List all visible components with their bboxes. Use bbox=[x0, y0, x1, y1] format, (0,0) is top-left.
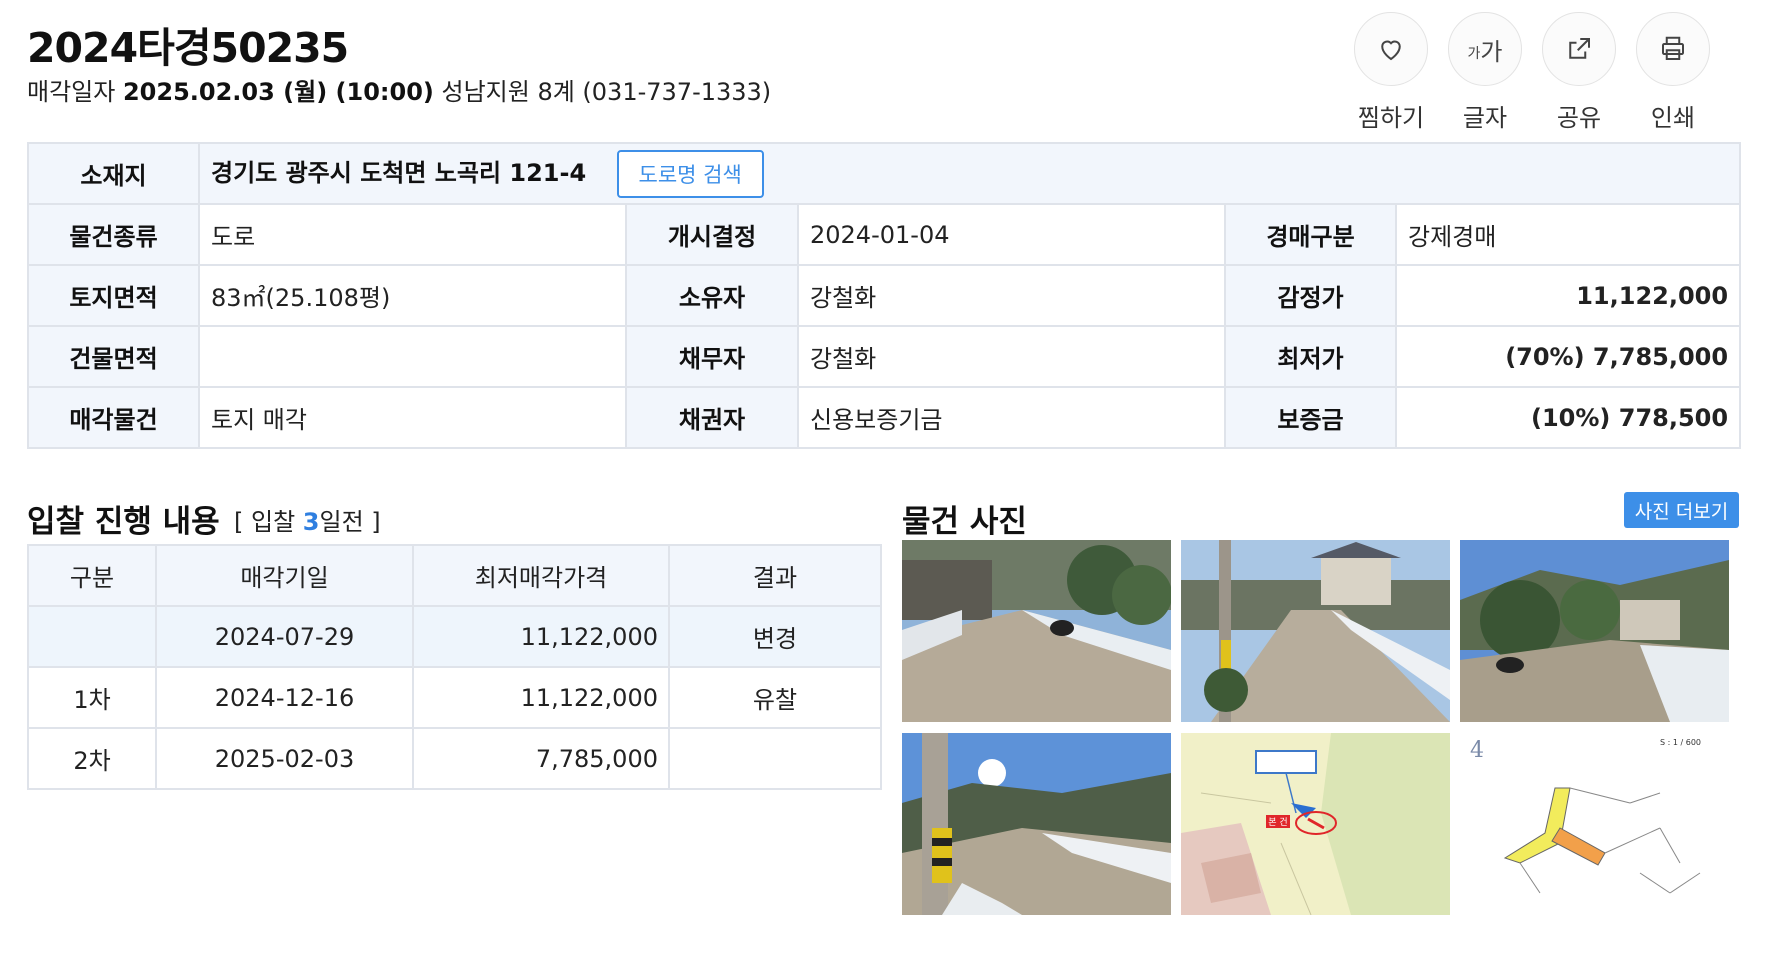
creditor-value: 신용보증기금 bbox=[797, 386, 1226, 449]
address-cell: 경기도 광주시 도척면 노곡리 121-4 도로명 검색 bbox=[197, 142, 1742, 205]
font-size-label: 글자 bbox=[1462, 104, 1508, 132]
result-cell bbox=[668, 727, 882, 790]
debtor-label: 채무자 bbox=[625, 325, 799, 388]
print-label: 인쇄 bbox=[1650, 104, 1696, 132]
property-photo[interactable] bbox=[902, 540, 1171, 722]
bid-days-suffix: 일전 ] bbox=[319, 508, 381, 536]
font-large-glyph: 가 bbox=[1480, 37, 1503, 66]
font-size-button[interactable]: 가가 글자 bbox=[1445, 12, 1525, 133]
share-icon bbox=[1542, 12, 1616, 86]
favorite-label: 찜하기 bbox=[1357, 104, 1425, 132]
debtor-value: 강철화 bbox=[797, 325, 1226, 388]
map-scale: S : 1 / 600 bbox=[1660, 738, 1701, 747]
price-cell: 11,122,000 bbox=[412, 605, 670, 668]
info-row: 물건종류 도로 개시결정 2024-01-04 경매구분 강제경매 bbox=[27, 203, 1742, 266]
property-photo[interactable] bbox=[1460, 540, 1729, 722]
date-cell: 2024-12-16 bbox=[155, 666, 414, 729]
address-value: 경기도 광주시 도척면 노곡리 121-4 bbox=[211, 158, 587, 187]
sale-info: 매각일자 2025.02.03 (월) (10:00) 성남지원 8계 (031… bbox=[27, 72, 771, 107]
land-area-label: 토지면적 bbox=[27, 264, 200, 327]
date-cell: 2024-07-29 bbox=[155, 605, 414, 668]
building-area-label: 건물면적 bbox=[27, 325, 200, 388]
font-size-icon: 가가 bbox=[1448, 12, 1522, 86]
table-row: 1차 2024-12-16 11,122,000 유찰 bbox=[27, 666, 882, 729]
price-cell: 11,122,000 bbox=[412, 666, 670, 729]
property-photo[interactable] bbox=[1181, 540, 1450, 722]
price-cell: 7,785,000 bbox=[412, 727, 670, 790]
round-cell bbox=[27, 605, 157, 668]
road-search-button[interactable]: 도로명 검색 bbox=[616, 149, 764, 198]
court-info: 성남지원 8계 (031-737-1333) bbox=[441, 78, 772, 106]
map-subject-label: 본 건 bbox=[1268, 817, 1287, 828]
property-type-label: 물건종류 bbox=[27, 203, 200, 266]
photo-section-title: 물건 사진 bbox=[902, 504, 1027, 540]
property-info-table: 소재지 경기도 광주시 도척면 노곡리 121-4 도로명 검색 물건종류 도로… bbox=[27, 142, 1742, 449]
address-row: 소재지 경기도 광주시 도척면 노곡리 121-4 도로명 검색 bbox=[27, 142, 1742, 205]
min-price-value: (70%) 7,785,000 bbox=[1394, 325, 1742, 388]
date-cell: 2025-02-03 bbox=[155, 727, 414, 790]
plot-diagram[interactable]: 4 S : 1 / 600 bbox=[1460, 733, 1729, 915]
sale-date: 2025.02.03 (월) (10:00) bbox=[122, 78, 434, 106]
bid-section-title: 입찰 진행 내용 bbox=[27, 504, 220, 540]
result-cell: 유찰 bbox=[668, 666, 882, 729]
property-type-value: 도로 bbox=[198, 203, 627, 266]
more-photos-button[interactable]: 사진 더보기 bbox=[1624, 492, 1739, 528]
start-decision-value: 2024-01-04 bbox=[797, 203, 1226, 266]
bid-days-left: [ 입찰 3일전 ] bbox=[234, 502, 381, 537]
sale-item-value: 토지 매각 bbox=[198, 386, 627, 449]
round-cell: 2차 bbox=[27, 727, 157, 790]
bid-history-table: 구분 매각기일 최저매각가격 결과 2024-07-29 11,122,000 … bbox=[27, 544, 882, 790]
info-row: 매각물건 토지 매각 채권자 신용보증기금 보증금 (10%) 778,500 bbox=[27, 386, 1742, 449]
share-label: 공유 bbox=[1556, 104, 1602, 132]
print-button[interactable]: 인쇄 bbox=[1633, 12, 1713, 133]
column-header: 구분 bbox=[27, 544, 157, 607]
bid-days-prefix: [ 입찰 bbox=[234, 508, 303, 536]
info-row: 토지면적 83㎡(25.108평) 소유자 강철화 감정가 11,122,000 bbox=[27, 264, 1742, 327]
auction-type-label: 경매구분 bbox=[1224, 203, 1397, 266]
column-header: 결과 bbox=[668, 544, 882, 607]
appraisal-label: 감정가 bbox=[1224, 264, 1397, 327]
min-price-label: 최저가 bbox=[1224, 325, 1397, 388]
building-area-value bbox=[198, 325, 627, 388]
start-decision-label: 개시결정 bbox=[625, 203, 799, 266]
bid-days-count: 3 bbox=[302, 508, 320, 536]
location-map[interactable]: 본 건 bbox=[1181, 733, 1450, 915]
font-small-glyph: 가 bbox=[1467, 46, 1481, 62]
owner-label: 소유자 bbox=[625, 264, 799, 327]
address-label: 소재지 bbox=[27, 142, 200, 205]
deposit-label: 보증금 bbox=[1224, 386, 1397, 449]
sale-date-prefix: 매각일자 bbox=[27, 78, 116, 106]
map-number: 4 bbox=[1470, 738, 1484, 763]
property-photo[interactable] bbox=[902, 733, 1171, 915]
table-row: 2024-07-29 11,122,000 변경 bbox=[27, 605, 882, 668]
action-bar: 찜하기 가가 글자 공유 인쇄 bbox=[1346, 12, 1766, 132]
column-header: 최저매각가격 bbox=[412, 544, 670, 607]
appraisal-value: 11,122,000 bbox=[1394, 264, 1742, 327]
column-header: 매각기일 bbox=[155, 544, 414, 607]
share-button[interactable]: 공유 bbox=[1539, 12, 1619, 133]
owner-value: 강철화 bbox=[797, 264, 1226, 327]
case-number: 2024타경50235 bbox=[27, 24, 349, 72]
bid-header-row: 구분 매각기일 최저매각가격 결과 bbox=[27, 544, 882, 607]
land-area-value: 83㎡(25.108평) bbox=[198, 264, 627, 327]
info-row: 건물면적 채무자 강철화 최저가 (70%) 7,785,000 bbox=[27, 325, 1742, 388]
sale-item-label: 매각물건 bbox=[27, 386, 200, 449]
deposit-value: (10%) 778,500 bbox=[1394, 386, 1742, 449]
favorite-button[interactable]: 찜하기 bbox=[1351, 12, 1431, 133]
round-cell: 1차 bbox=[27, 666, 157, 729]
table-row: 2차 2025-02-03 7,785,000 bbox=[27, 727, 882, 790]
result-cell: 변경 bbox=[668, 605, 882, 668]
print-icon bbox=[1636, 12, 1710, 86]
heart-icon bbox=[1354, 12, 1428, 86]
creditor-label: 채권자 bbox=[625, 386, 799, 449]
auction-type-value: 강제경매 bbox=[1394, 203, 1742, 266]
